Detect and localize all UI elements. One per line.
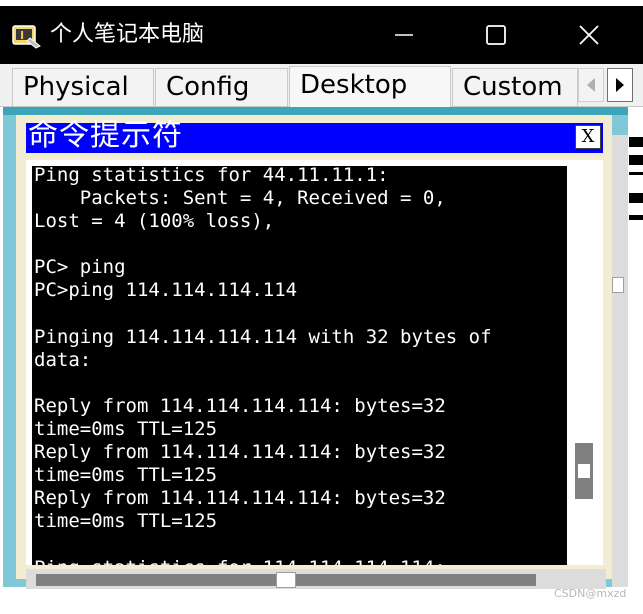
command-prompt-body: Ping statistics for 44.11.11.1: Packets:…: [26, 160, 603, 565]
terminal-output[interactable]: Ping statistics for 44.11.11.1: Packets:…: [32, 166, 567, 565]
terminal-line: Packets: Sent = 4, Received = 0,: [34, 187, 446, 210]
terminal-line: data:: [34, 348, 92, 371]
terminal-line: time=0ms TTL=125: [34, 464, 218, 487]
tab-label: Desktop: [300, 70, 408, 100]
title-bar[interactable]: I 个人笔记本电脑: [0, 6, 643, 64]
terminal-line: PC> ping: [34, 256, 126, 279]
background-window-edge: [629, 117, 643, 220]
terminal-line: time=0ms TTL=125: [34, 510, 218, 533]
desktop-scroll-thumb[interactable]: [612, 277, 624, 293]
command-prompt-close-button[interactable]: X: [575, 125, 601, 149]
tab-config[interactable]: Config: [155, 68, 288, 106]
scroll-track-right[interactable]: [296, 574, 536, 586]
maximize-icon: [486, 25, 506, 45]
minimize-icon: [395, 34, 413, 36]
terminal-vertical-scrollbar[interactable]: [567, 160, 603, 565]
terminal-line: Ping statistics for 114.114.114.114:: [34, 557, 446, 565]
triangle-right-icon: [616, 78, 624, 92]
close-icon: [579, 25, 599, 45]
terminal-scroll-thumb[interactable]: [575, 443, 593, 499]
scroll-grip: [578, 464, 590, 478]
terminal-line: Lost = 4 (100% loss),: [34, 210, 275, 233]
tab-custom[interactable]: Custom: [452, 68, 578, 106]
terminal-line: Ping statistics for 44.11.11.1:: [34, 166, 389, 186]
scroll-track-left[interactable]: [36, 574, 276, 586]
command-prompt-title: 命令提示符: [28, 118, 183, 153]
command-prompt-titlebar[interactable]: 命令提示符 X: [26, 119, 603, 153]
tab-label: Config: [166, 72, 250, 102]
device-window: I 个人笔记本电脑 Physical Config Desktop Custom: [0, 0, 643, 614]
command-prompt-window: 命令提示符 X Ping statistics for 44.11.11.1: …: [16, 115, 612, 579]
maximize-button[interactable]: [473, 12, 519, 58]
terminal-line: Reply from 114.114.114.114: bytes=32: [34, 487, 446, 510]
horizontal-scroll-thumb[interactable]: [276, 572, 296, 588]
desktop-scroll-panel: [612, 135, 628, 587]
terminal-line: time=0ms TTL=125: [34, 418, 218, 441]
tab-label: Custom: [463, 72, 563, 102]
tab-strip: Physical Config Desktop Custom: [0, 64, 643, 107]
triangle-left-icon: [587, 78, 595, 92]
packet-tracer-pc-icon: I: [12, 24, 42, 50]
tab-scroll-right-button[interactable]: [607, 68, 633, 102]
minimize-button[interactable]: [381, 12, 427, 58]
window-title: 个人笔记本电脑: [50, 22, 205, 47]
terminal-line: Pinging 114.114.114.114 with 32 bytes of: [34, 325, 492, 348]
tab-desktop[interactable]: Desktop: [289, 66, 451, 107]
watermark: CSDN@mxzd: [554, 587, 627, 600]
tab-physical[interactable]: Physical: [12, 68, 154, 106]
close-button[interactable]: [566, 12, 612, 58]
svg-text:I: I: [20, 29, 24, 42]
terminal-line: Reply from 114.114.114.114: bytes=32: [34, 394, 446, 417]
terminal-line: Reply from 114.114.114.114: bytes=32: [34, 441, 446, 464]
desktop-horizontal-scrollbar[interactable]: [26, 569, 606, 589]
terminal-text: Ping statistics for 44.11.11.1: Packets:…: [34, 166, 492, 565]
terminal-line: PC>ping 114.114.114.114: [34, 279, 298, 302]
desktop-area: 命令提示符 X Ping statistics for 44.11.11.1: …: [0, 107, 643, 614]
tab-scroll-left-button[interactable]: [578, 68, 604, 102]
desktop-frame-edge: [3, 107, 628, 115]
tab-label: Physical: [23, 72, 129, 102]
